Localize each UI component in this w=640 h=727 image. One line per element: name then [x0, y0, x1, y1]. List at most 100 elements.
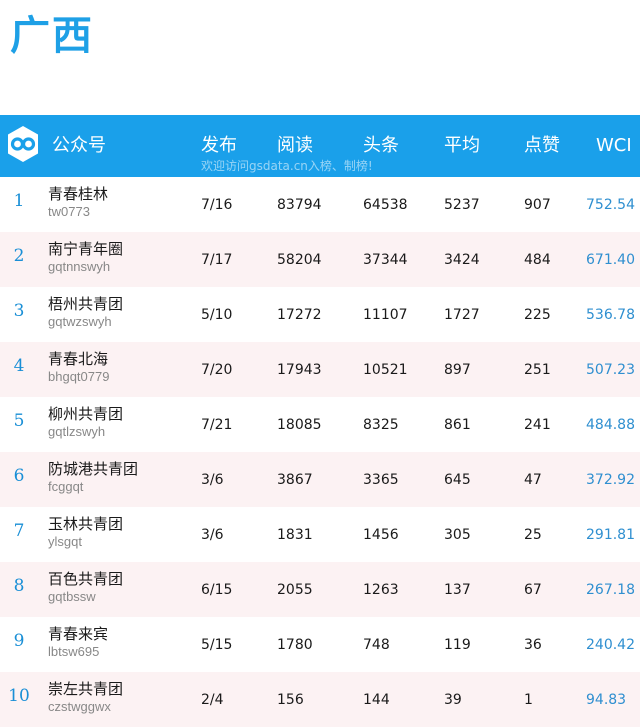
read-value: 3867: [277, 472, 313, 488]
account-name: 玉林共青团: [48, 515, 124, 533]
publish-value: 7/21: [201, 417, 233, 433]
like-value: 36: [524, 637, 542, 653]
wci-value: 267.18: [586, 582, 635, 598]
rank-number: 2: [13, 246, 25, 266]
rank-number: 7: [13, 521, 25, 541]
read-value: 17272: [277, 307, 322, 323]
table-row: 1 青春桂林 tw0773 7/16 83794 64538 5237 907 …: [0, 177, 640, 232]
wci-value: 671.40: [586, 252, 635, 268]
table-row: 2 南宁青年圈 gqtnnswyh 7/17 58204 37344 3424 …: [0, 232, 640, 287]
account-id: fcggqt: [48, 479, 84, 494]
table-row: 6 防城港共青团 fcggqt 3/6 3867 3365 645 47 372…: [0, 452, 640, 507]
wci-value: 536.78: [586, 307, 635, 323]
top-value: 8325: [363, 417, 399, 433]
read-value: 58204: [277, 252, 322, 268]
top-value: 3365: [363, 472, 399, 488]
top-value: 64538: [363, 197, 408, 213]
avg-value: 305: [444, 527, 471, 543]
like-value: 241: [524, 417, 551, 433]
read-value: 2055: [277, 582, 313, 598]
ranking-table-body: 1 青春桂林 tw0773 7/16 83794 64538 5237 907 …: [0, 177, 640, 727]
account-id: lbtsw695: [48, 644, 100, 659]
top-value: 37344: [363, 252, 408, 268]
avg-value: 119: [444, 637, 471, 653]
top-value: 1456: [363, 527, 399, 543]
read-value: 156: [277, 692, 304, 708]
publish-value: 7/17: [201, 252, 233, 268]
account-id: ylsgqt: [48, 534, 82, 549]
rank-number: 9: [13, 631, 25, 651]
avg-value: 1727: [444, 307, 480, 323]
account-name: 崇左共青团: [48, 680, 124, 698]
publish-value: 5/10: [201, 307, 233, 323]
rank-number: 1: [13, 191, 25, 211]
publish-value: 2/4: [201, 692, 224, 708]
gsdata-logo-icon: [8, 126, 38, 162]
account-name: 青春桂林: [48, 185, 109, 203]
top-value: 11107: [363, 307, 408, 323]
like-value: 1: [524, 692, 533, 708]
table-row: 8 百色共青团 gqtbssw 6/15 2055 1263 137 67 26…: [0, 562, 640, 617]
column-header-top: 头条: [363, 135, 399, 156]
table-row: 9 青春来宾 lbtsw695 5/15 1780 748 119 36 240…: [0, 617, 640, 672]
column-header-account: 公众号: [52, 135, 106, 156]
avg-value: 645: [444, 472, 471, 488]
account-name: 梧州共青团: [48, 295, 124, 313]
publish-value: 5/15: [201, 637, 233, 653]
rank-number: 6: [13, 466, 25, 486]
column-header-publish: 发布: [201, 135, 237, 156]
ranking-table-header: 公众号 发布 阅读 头条 平均 点赞 WCI 欢迎访问gsdata.cn入榜、制…: [0, 115, 640, 177]
avg-value: 39: [444, 692, 462, 708]
wci-value: 94.83: [586, 692, 627, 708]
rank-number: 8: [13, 576, 25, 596]
rank-number: 10: [8, 686, 30, 706]
table-row: 5 柳州共青团 gqtlzswyh 7/21 18085 8325 861 24…: [0, 397, 640, 452]
avg-value: 137: [444, 582, 471, 598]
top-value: 10521: [363, 362, 408, 378]
avg-value: 5237: [444, 197, 480, 213]
account-id: bhgqt0779: [48, 369, 110, 384]
like-value: 25: [524, 527, 542, 543]
avg-value: 3424: [444, 252, 480, 268]
top-value: 1263: [363, 582, 399, 598]
account-id: tw0773: [48, 204, 90, 219]
account-name: 南宁青年圈: [48, 240, 124, 258]
page-title: 广西: [10, 13, 94, 59]
wci-value: 484.88: [586, 417, 635, 433]
read-value: 17943: [277, 362, 322, 378]
top-value: 144: [363, 692, 390, 708]
table-row: 3 梧州共青团 gqtwzswyh 5/10 17272 11107 1727 …: [0, 287, 640, 342]
rank-number: 3: [13, 301, 25, 321]
rank-number: 5: [13, 411, 25, 431]
wci-value: 507.23: [586, 362, 635, 378]
column-header-avg: 平均: [444, 135, 480, 156]
publish-value: 6/15: [201, 582, 233, 598]
account-name: 青春北海: [48, 350, 109, 368]
wci-value: 752.54: [586, 197, 635, 213]
read-value: 1831: [277, 527, 313, 543]
publish-value: 3/6: [201, 472, 224, 488]
publish-value: 3/6: [201, 527, 224, 543]
like-value: 47: [524, 472, 542, 488]
account-id: gqtlzswyh: [48, 424, 106, 439]
wci-value: 291.81: [586, 527, 635, 543]
column-header-like: 点赞: [524, 135, 560, 156]
account-id: gqtbssw: [48, 589, 96, 604]
like-value: 907: [524, 197, 551, 213]
header-watermark-text: 欢迎访问gsdata.cn入榜、制榜!: [201, 159, 373, 173]
avg-value: 861: [444, 417, 471, 433]
account-id: czstwggwx: [48, 699, 111, 714]
top-value: 748: [363, 637, 390, 653]
table-row: 10 崇左共青团 czstwggwx 2/4 156 144 39 1 94.8…: [0, 672, 640, 727]
account-id: gqtnnswyh: [48, 259, 111, 274]
account-name: 防城港共青团: [48, 460, 139, 478]
avg-value: 897: [444, 362, 471, 378]
wci-value: 240.42: [586, 637, 635, 653]
table-row: 4 青春北海 bhgqt0779 7/20 17943 10521 897 25…: [0, 342, 640, 397]
account-name: 柳州共青团: [48, 405, 124, 423]
table-row: 7 玉林共青团 ylsgqt 3/6 1831 1456 305 25 291.…: [0, 507, 640, 562]
publish-value: 7/20: [201, 362, 233, 378]
rank-number: 4: [13, 356, 25, 376]
column-header-read: 阅读: [277, 135, 313, 156]
account-id: gqtwzswyh: [48, 314, 112, 329]
